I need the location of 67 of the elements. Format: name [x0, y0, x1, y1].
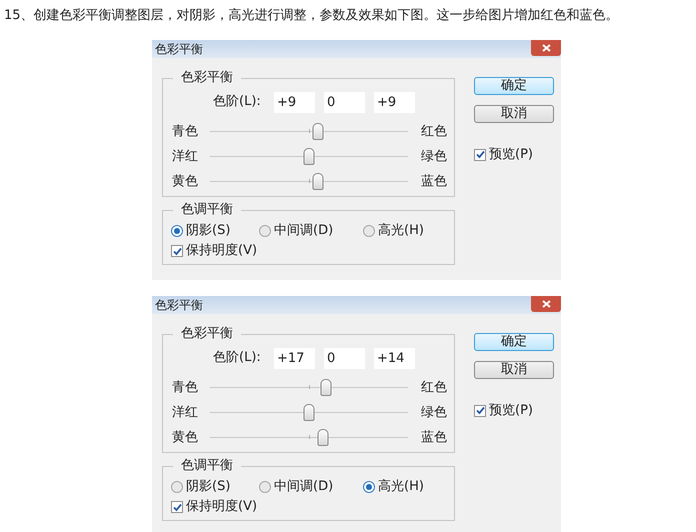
- group-label: 色调平衡: [173, 458, 241, 474]
- radio-button[interactable]: [259, 225, 271, 237]
- field-label: 色阶(L):: [213, 93, 262, 112]
- slider-track[interactable]: [210, 123, 408, 140]
- checkbox[interactable]: [474, 148, 486, 161]
- slider-label: 红色: [421, 122, 447, 141]
- group-label: 色彩平衡: [173, 326, 241, 342]
- slider-thumb[interactable]: [304, 148, 314, 165]
- slider-label: 绿色: [421, 404, 447, 422]
- radio-label: 高光(H): [378, 222, 424, 240]
- slider-track[interactable]: [210, 429, 408, 446]
- instruction-text: 15、创建色彩平衡调整图层，对阴影，高光进行调整，参数及效果如下图。这一步给图片增加红色和蓝色。: [3, 7, 620, 25]
- checkbox[interactable]: [474, 404, 486, 417]
- checkbox-label: 保持明度(V): [186, 498, 258, 516]
- group-label: 色调平衡: [173, 202, 241, 218]
- slider-label: 绿色: [421, 148, 447, 166]
- radio-label: 高光(H): [378, 478, 424, 496]
- checkbox-label: 保持明度(V): [186, 242, 258, 260]
- slider-label: 蓝色: [421, 428, 447, 447]
- window-title: 色彩平衡: [154, 41, 203, 58]
- dialog-button[interactable]: 取消: [474, 105, 554, 123]
- checkbox-label: 预览(P): [489, 402, 533, 420]
- slider-label: 黄色: [172, 172, 199, 191]
- checkbox-label: 预览(P): [489, 146, 533, 164]
- radio-button[interactable]: [363, 225, 375, 237]
- window-title: 色彩平衡: [154, 297, 203, 314]
- input-field[interactable]: +14: [374, 348, 415, 368]
- field-label: 色阶(L):: [213, 349, 262, 368]
- slider-thumb[interactable]: [320, 379, 332, 396]
- radio-button[interactable]: [171, 225, 183, 237]
- slider-track[interactable]: [210, 173, 408, 190]
- input-field[interactable]: +9: [374, 92, 415, 112]
- dialog-button[interactable]: 确定: [474, 333, 554, 351]
- slider-label: 洋红: [172, 404, 199, 422]
- input-field[interactable]: 0: [324, 92, 365, 112]
- slider-label: 黄色: [172, 428, 199, 447]
- input-field[interactable]: 0: [324, 348, 365, 368]
- checkbox[interactable]: [171, 245, 183, 257]
- slider-track[interactable]: [210, 148, 408, 165]
- radio-button[interactable]: [363, 481, 375, 493]
- slider-label: 青色: [172, 378, 199, 397]
- slider-label: 洋红: [172, 148, 199, 166]
- group-label: 色彩平衡: [173, 70, 241, 86]
- slider-thumb[interactable]: [304, 404, 314, 421]
- input-field[interactable]: +17: [274, 348, 315, 368]
- radio-button[interactable]: [171, 481, 183, 493]
- slider-track[interactable]: [210, 404, 408, 421]
- slider-label: 蓝色: [421, 172, 447, 191]
- slider-thumb[interactable]: [312, 123, 324, 140]
- radio-label: 中间调(D): [274, 222, 334, 240]
- slider-thumb[interactable]: [312, 173, 324, 190]
- close-button[interactable]: [531, 40, 561, 56]
- input-field[interactable]: +9: [274, 92, 315, 112]
- close-icon: [542, 44, 550, 52]
- slider-track[interactable]: [210, 379, 408, 396]
- radio-label: 阴影(S): [186, 478, 230, 496]
- close-icon: [542, 300, 550, 308]
- radio-label: 阴影(S): [186, 222, 230, 240]
- checkbox[interactable]: [171, 501, 183, 513]
- slider-label: 红色: [421, 378, 447, 397]
- close-button[interactable]: [531, 296, 561, 312]
- dialog-button[interactable]: 确定: [474, 77, 554, 95]
- dialog-button[interactable]: 取消: [474, 361, 554, 379]
- slider-label: 青色: [172, 122, 199, 141]
- radio-button[interactable]: [259, 481, 271, 493]
- slider-thumb[interactable]: [317, 429, 328, 446]
- radio-label: 中间调(D): [274, 478, 334, 496]
